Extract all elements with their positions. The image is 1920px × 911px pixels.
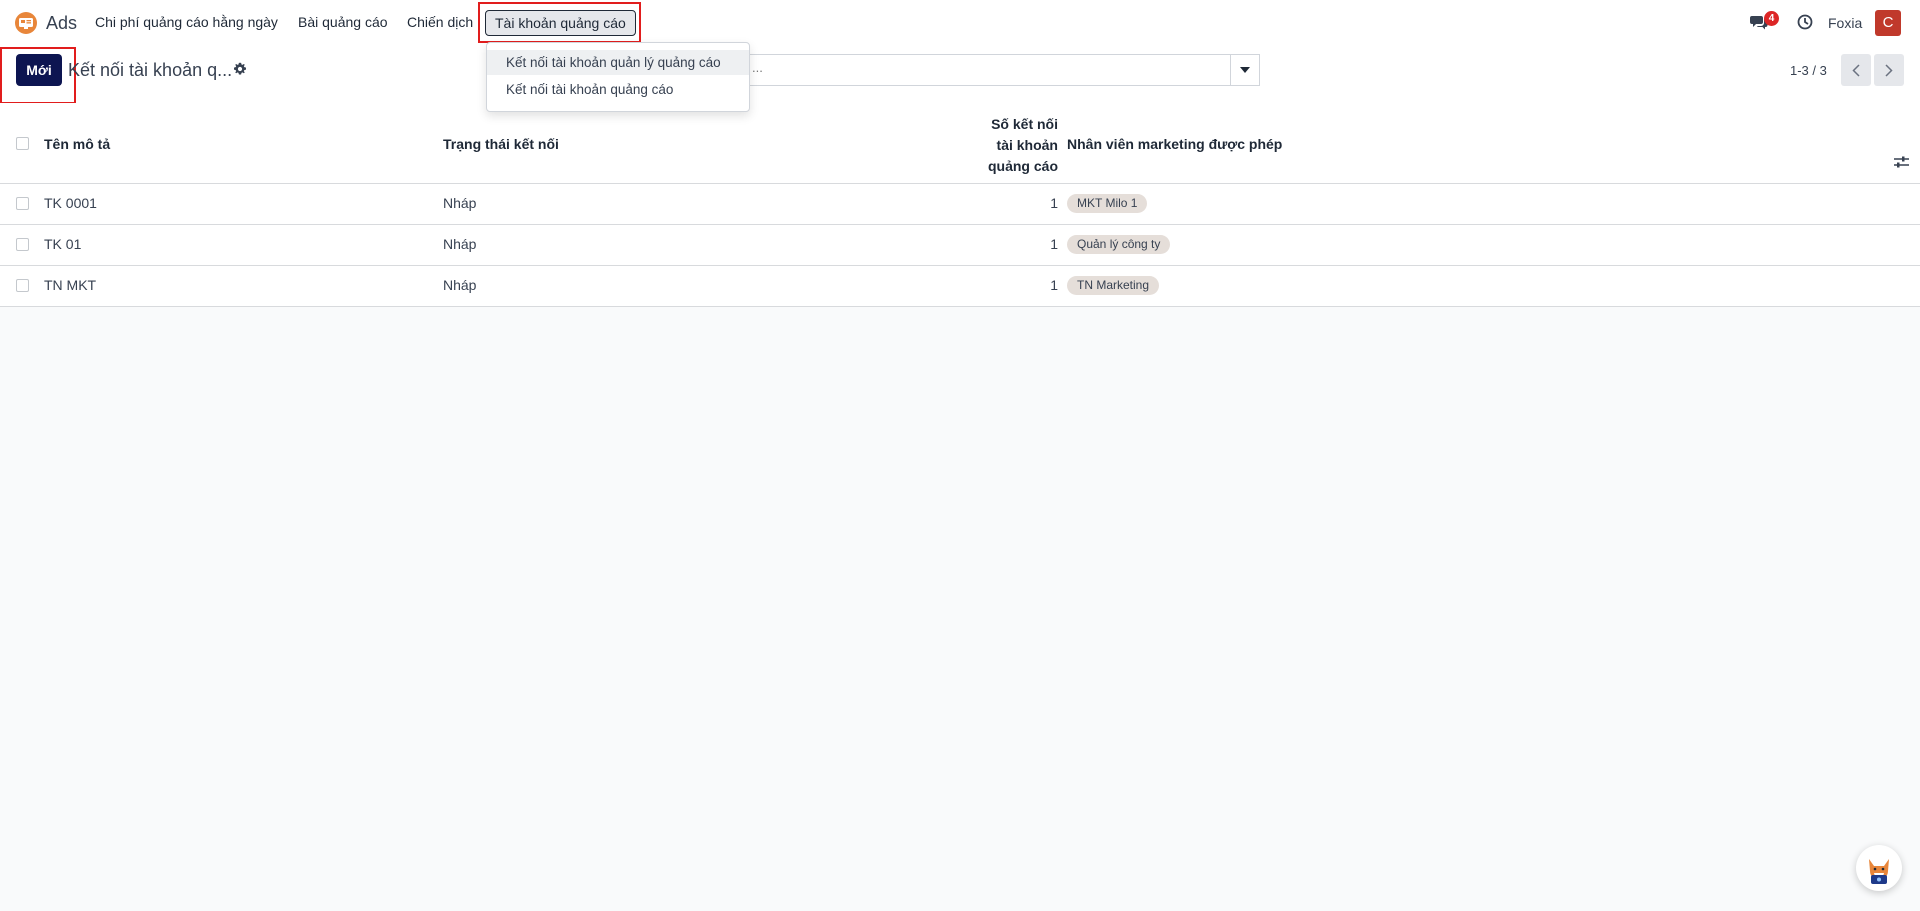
column-header-account-count-line1: Số kết nối — [991, 116, 1058, 132]
row-account-count: 1 — [1050, 195, 1058, 211]
gear-icon[interactable] — [233, 62, 247, 76]
ads-app-icon[interactable] — [14, 11, 38, 35]
row-marketer-tag: TN Marketing — [1067, 276, 1160, 295]
row-marketer-tag: MKT Milo 1 — [1067, 194, 1148, 213]
user-avatar[interactable]: C — [1875, 10, 1901, 36]
row-checkbox[interactable] — [16, 197, 29, 210]
column-header-name[interactable]: Tên mô tả — [44, 136, 110, 152]
table-row[interactable]: TN MKT Nháp 1 TN Marketing — [0, 266, 1920, 307]
dropdown-item-manager-account-connection[interactable]: Kết nối tài khoản quản lý quảng cáo — [487, 50, 749, 75]
list-table: Tên mô tả Trạng thái kết nối Số kết nối … — [0, 103, 1920, 307]
row-account-count: 1 — [1050, 236, 1058, 252]
search-options-toggle[interactable] — [1230, 54, 1260, 86]
column-header-account-count[interactable]: Số kết nối tài khoản quảng cáo — [958, 114, 1058, 177]
row-marketer-tag: Quản lý công ty — [1067, 235, 1171, 254]
app-name[interactable]: Ads — [46, 13, 77, 34]
fox-mascot-icon — [1869, 859, 1889, 884]
column-header-account-count-line2: tài khoản — [996, 137, 1058, 153]
company-name[interactable]: Foxia — [1828, 15, 1862, 31]
control-panel: Mới Kết nối tài khoản q... 1-3 / 3 — [0, 46, 1920, 104]
column-header-marketers[interactable]: Nhân viên marketing được phép — [1067, 136, 1282, 152]
select-all-checkbox[interactable] — [16, 137, 29, 150]
pager-previous-button[interactable] — [1841, 54, 1871, 86]
row-account-count: 1 — [1050, 277, 1058, 293]
menu-ad-posts[interactable]: Bài quảng cáo — [298, 14, 388, 30]
messages-badge: 4 — [1764, 11, 1779, 26]
table-row[interactable]: TK 01 Nháp 1 Quản lý công ty — [0, 225, 1920, 266]
optional-columns-icon[interactable] — [1894, 155, 1909, 169]
chevron-right-icon — [1885, 63, 1893, 77]
search-input[interactable] — [750, 59, 1224, 76]
pager-value[interactable]: 1-3 / 3 — [1790, 63, 1827, 78]
pager-next-button[interactable] — [1874, 54, 1904, 86]
row-name: TK 01 — [44, 236, 82, 252]
row-status: Nháp — [443, 277, 477, 293]
new-button[interactable]: Mới — [16, 54, 62, 86]
row-checkbox[interactable] — [16, 279, 29, 292]
table-row[interactable]: TK 0001 Nháp 1 MKT Milo 1 — [0, 184, 1920, 225]
menu-ad-accounts[interactable]: Tài khoản quảng cáo — [485, 10, 636, 36]
menu-daily-ad-cost[interactable]: Chi phí quảng cáo hằng ngày — [95, 14, 278, 30]
row-status: Nháp — [443, 195, 477, 211]
dropdown-item-ad-account-connection[interactable]: Kết nối tài khoản quảng cáo — [487, 77, 749, 102]
menu-campaigns[interactable]: Chiến dịch — [407, 14, 473, 30]
row-checkbox[interactable] — [16, 238, 29, 251]
row-name: TK 0001 — [44, 195, 97, 211]
row-status: Nháp — [443, 236, 477, 252]
caret-down-icon — [1240, 67, 1250, 73]
activity-clock-icon[interactable] — [1797, 14, 1813, 30]
column-header-status[interactable]: Trạng thái kết nối — [443, 136, 559, 152]
row-name: TN MKT — [44, 277, 97, 293]
top-navbar: Ads Chi phí quảng cáo hằng ngày Bài quản… — [0, 0, 1920, 46]
ad-accounts-dropdown: Kết nối tài khoản quản lý quảng cáo Kết … — [486, 42, 750, 112]
assistant-bubble[interactable] — [1856, 845, 1902, 891]
page-title: Kết nối tài khoản q... — [68, 60, 233, 80]
chevron-left-icon — [1852, 63, 1860, 77]
column-header-account-count-line3: quảng cáo — [987, 158, 1058, 174]
table-header: Tên mô tả Trạng thái kết nối Số kết nối … — [0, 103, 1920, 184]
